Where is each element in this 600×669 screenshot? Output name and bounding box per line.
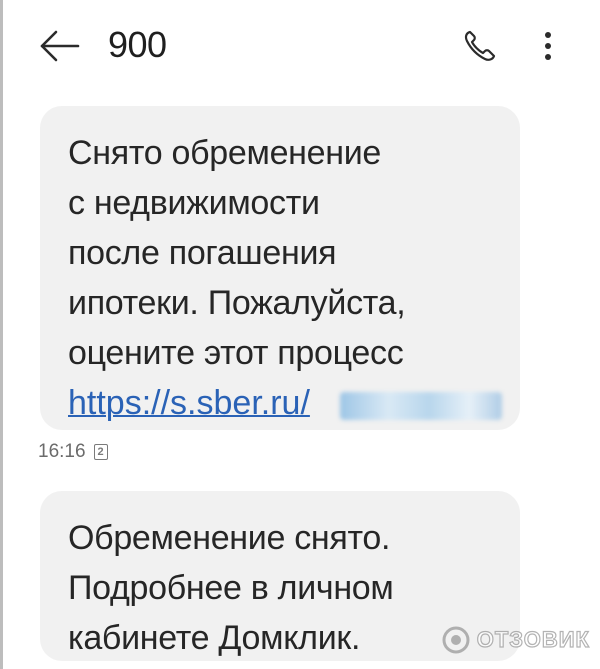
message-text: Снято обременение с недвижимости после п… [68,134,406,372]
watermark: ОТЗОВИК [441,625,590,655]
back-button[interactable] [38,28,82,64]
conversation-header: 900 [0,0,600,92]
arrow-left-icon [40,30,80,62]
phone-icon [464,30,496,61]
screen-edge [0,0,3,669]
watermark-text: ОТЗОВИК [476,626,590,652]
message-meta: 16:16 2 [38,441,108,463]
message-link[interactable]: https://s.sber.ru/ [68,378,502,428]
message-bubble[interactable]: Снято обременение с недвижимости после п… [40,106,520,430]
more-vertical-icon [545,32,551,60]
message-link-text[interactable]: https://s.sber.ru/ [68,384,310,422]
sim-badge: 2 [93,444,108,460]
message-time: 16:16 [38,441,86,462]
redacted-blur [340,392,502,420]
more-options-button[interactable] [538,28,558,64]
call-button[interactable] [460,28,500,64]
watermark-logo-icon [442,626,470,654]
contact-title: 900 [108,24,167,65]
